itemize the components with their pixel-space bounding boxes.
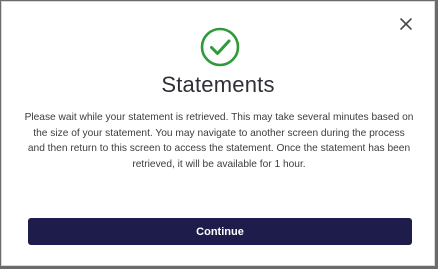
dialog-message: Please wait while your statement is retr… bbox=[24, 112, 414, 170]
check-circle-icon bbox=[200, 27, 240, 67]
close-button[interactable] bbox=[396, 14, 416, 34]
dialog-title: Statements bbox=[161, 72, 275, 97]
continue-button[interactable]: Continue bbox=[28, 218, 412, 245]
statements-dialog: Statements Please wait while your statem… bbox=[1, 1, 435, 266]
close-icon bbox=[400, 18, 412, 30]
